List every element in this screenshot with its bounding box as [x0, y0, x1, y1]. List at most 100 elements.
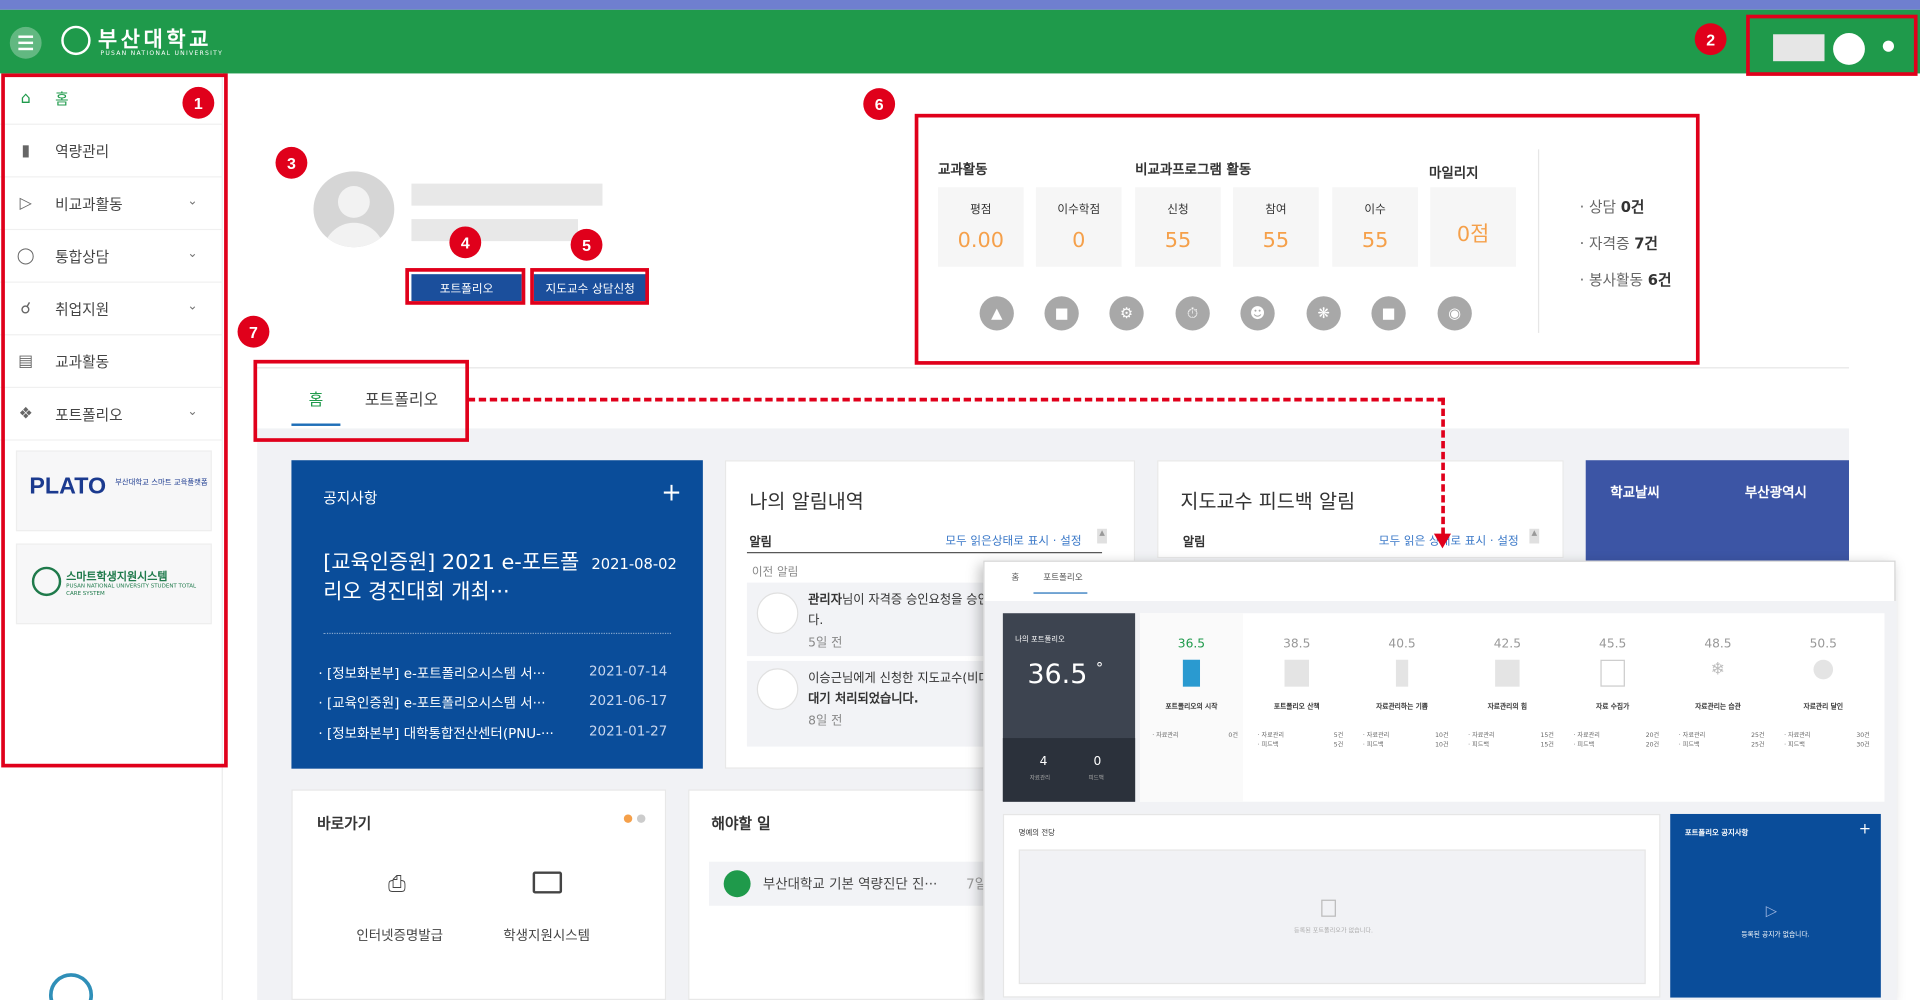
alert-text: 이승근님에게 신청한 지도교수(비대 대기 처리되었습니다.	[808, 671, 990, 707]
notice-title: 공지사항	[323, 489, 378, 507]
logo-text[interactable]: 부산대학교	[98, 22, 212, 52]
prev-alerts-label: 이전 알림	[751, 565, 799, 579]
chart-icon	[1284, 659, 1309, 687]
profile-name-placeholder	[411, 183, 603, 206]
sparkle-icon: ❄	[1710, 659, 1726, 680]
image-icon	[1495, 659, 1520, 687]
overlay-tab-home[interactable]: 홈	[1011, 572, 1019, 584]
annotation-marker-7: 7	[237, 315, 270, 348]
alert-time: 5일 전	[808, 636, 843, 650]
notice-headline-date: 2021-08-02	[591, 555, 677, 573]
portfolio-notice-empty-text: 등록된 공지가 없습니다.	[1741, 931, 1810, 939]
level-line: · 피드백 15건	[1468, 741, 1554, 750]
notice-row[interactable]: · [정보화본부] 대학통합전산센터(PNU-··· 2021-01-27	[318, 723, 685, 743]
hall-of-fame-empty-area: 등록된 포트폴리오가 없습니다.	[1018, 849, 1646, 985]
profile-avatar	[313, 171, 395, 248]
monitor-icon[interactable]	[532, 871, 563, 894]
level-line: · 자료관리 25건	[1678, 731, 1765, 740]
todo-title: 해야할 일	[711, 815, 771, 833]
weather-label: 학교날씨	[1610, 484, 1660, 501]
overlay-tab-underline	[1033, 592, 1088, 594]
level-step[interactable]: 38.5 포트폴리오 산책 · 자료관리 5건 · 피드백 5건	[1245, 613, 1348, 801]
alert-item[interactable]: 관리자님이 자격증 승인요청을 승인 다. 5일 전	[746, 582, 998, 657]
scroll-up-icon[interactable]: ▲	[1529, 528, 1540, 544]
logo-subtext: PUSAN NATIONAL UNIVERSITY	[100, 50, 224, 58]
quick-links-title: 바로가기	[317, 815, 372, 833]
count-feedback-label: 피드백	[1088, 776, 1104, 783]
portfolio-level-steps: 36.5 포트폴리오의 시작 · 자료관리 0건 38.5 포트폴리오 산책 · …	[1140, 613, 1885, 802]
portfolio-notice-card: 포트폴리오 공지사항 + ▷ 등록된 공지가 없습니다.	[1670, 813, 1881, 998]
notice-row[interactable]: · [정보화본부] e-포트폴리오시스템 서··· 2021-07-14	[318, 663, 685, 683]
todo-item[interactable]: 부산대학교 기본 역량진단 진··· 7일	[708, 861, 1001, 906]
todo-card: 해야할 일 부산대학교 기본 역량진단 진··· 7일	[688, 789, 1007, 1000]
level-line: · 자료관리 0건	[1152, 731, 1238, 740]
level-step[interactable]: 45.5 자료 수집가 · 자료관리 20건 · 피드백 20건	[1561, 613, 1664, 801]
overlay-tab-portfolio[interactable]: 포트폴리오	[1043, 572, 1082, 584]
alert-item[interactable]: 이승근님에게 신청한 지도교수(비대 대기 처리되었습니다. 8일 전	[746, 660, 998, 747]
count-data-label: 자료관리	[1029, 776, 1051, 783]
advisor-alerts-title: 지도교수 피드백 알림	[1180, 489, 1356, 513]
alert-time: 8일 전	[808, 714, 843, 729]
level-name: 포트폴리오 산책	[1273, 703, 1320, 712]
level-line: · 피드백 30건	[1784, 741, 1870, 750]
annotation-marker-2: 2	[1694, 23, 1727, 56]
medal-icon	[1813, 659, 1834, 680]
level-line: · 자료관리 30건	[1784, 731, 1870, 740]
level-step[interactable]: 36.5 포트폴리오의 시작 · 자료관리 0건	[1140, 613, 1243, 802]
level-line: · 피드백 25건	[1678, 741, 1765, 750]
level-score: 42.5	[1493, 637, 1521, 652]
level-step[interactable]: 42.5 자료관리의 힘 · 자료관리 15건 · 피드백 15건	[1456, 613, 1559, 801]
level-line: · 자료관리 5건	[1257, 731, 1344, 740]
level-name: 자료관리 달인	[1803, 703, 1844, 712]
annotation-marker-3: 3	[275, 146, 308, 179]
annotation-box-5	[530, 268, 649, 305]
university-seal-icon	[61, 25, 91, 56]
weather-location: 부산광역시	[1744, 484, 1807, 501]
annotation-connector	[467, 397, 1445, 402]
annotation-box-1	[1, 73, 228, 768]
notice-row[interactable]: · [교육인증원] e-포트폴리오시스템 서··· 2021-06-17	[318, 693, 685, 713]
top-bar: 부산대학교 PUSAN NATIONAL UNIVERSITY ●	[0, 9, 1920, 74]
level-name: 포트폴리오의 시작	[1165, 703, 1218, 712]
portfolio-preview-window: 홈 포트폴리오 나의 포트폴리오 36.5 ° 4 자료관리 0 피드백 36.…	[983, 560, 1897, 1000]
level-step[interactable]: 48.5 ❄ 자료관리는 습관 · 자료관리 25건 · 피드백 25건	[1667, 613, 1770, 801]
portfolio-score: 36.5 °	[1027, 659, 1104, 691]
notice-plus-icon[interactable]: +	[661, 477, 682, 506]
level-score: 50.5	[1809, 637, 1837, 652]
portfolio-counts: 4 자료관리 0 피드백	[1002, 738, 1136, 802]
my-alerts-title: 나의 알림내역	[749, 489, 864, 513]
binder-icon	[1600, 659, 1625, 687]
level-step[interactable]: 50.5 자료관리 달인 · 자료관리 30건 · 피드백 30건	[1772, 613, 1875, 801]
level-name: 자료 수집가	[1596, 703, 1630, 712]
level-name: 자료관리의 힘	[1487, 703, 1528, 712]
level-step[interactable]: 40.5 자료관리하는 기쁨 · 자료관리 10건 · 피드백 10건	[1351, 613, 1454, 801]
pager-dots[interactable]: ● ●	[623, 813, 646, 825]
advisor-alerts-head: 알림	[1182, 536, 1206, 550]
annotation-box-4	[405, 268, 526, 305]
level-score: 40.5	[1388, 637, 1416, 652]
hamburger-menu-icon[interactable]	[9, 26, 42, 59]
scroll-up-icon[interactable]: ▲	[1097, 528, 1107, 544]
quick-link-student-system[interactable]: 학생지원시스템	[503, 925, 590, 945]
alert-text: 관리자님이 자격증 승인요청을 승인 다.	[808, 593, 989, 628]
annotation-marker-6: 6	[863, 88, 896, 120]
quick-link-certificate[interactable]: 인터넷증명발급	[356, 925, 443, 945]
level-line: · 자료관리 10건	[1362, 731, 1449, 740]
profile-dept-placeholder	[411, 219, 578, 242]
hall-of-fame-card: 명예의 전당 등록된 포트폴리오가 없습니다.	[1002, 813, 1661, 998]
level-line: · 피드백 20건	[1573, 741, 1660, 750]
annotation-marker-1: 1	[182, 86, 215, 119]
printer-icon[interactable]: ⎙	[388, 871, 406, 897]
portfolio-notice-plus-icon[interactable]: +	[1859, 820, 1871, 837]
notice-headline[interactable]: [교육인증원] 2021 e-포트폴리오 경진대회 개최···	[323, 548, 580, 607]
avatar	[756, 592, 799, 635]
quick-links-card: 바로가기 ● ● ⎙ 인터넷증명발급 학생지원시스템	[291, 789, 667, 1000]
level-score: 45.5	[1599, 637, 1627, 652]
screen: 부산대학교 PUSAN NATIONAL UNIVERSITY ● ⌂ 홈 ▮ …	[0, 0, 1920, 1000]
annotation-box-7	[253, 359, 469, 442]
my-alerts-head: 알림	[749, 536, 772, 550]
hall-of-fame-empty-text: 등록된 포트폴리오가 없습니다.	[1293, 927, 1374, 936]
my-portfolio-label: 나의 포트폴리오	[1015, 635, 1065, 644]
my-alerts-settings-link[interactable]: 모두 읽은상태로 표시 · 설정	[945, 531, 1081, 548]
hall-of-fame-title: 명예의 전당	[1018, 828, 1055, 838]
